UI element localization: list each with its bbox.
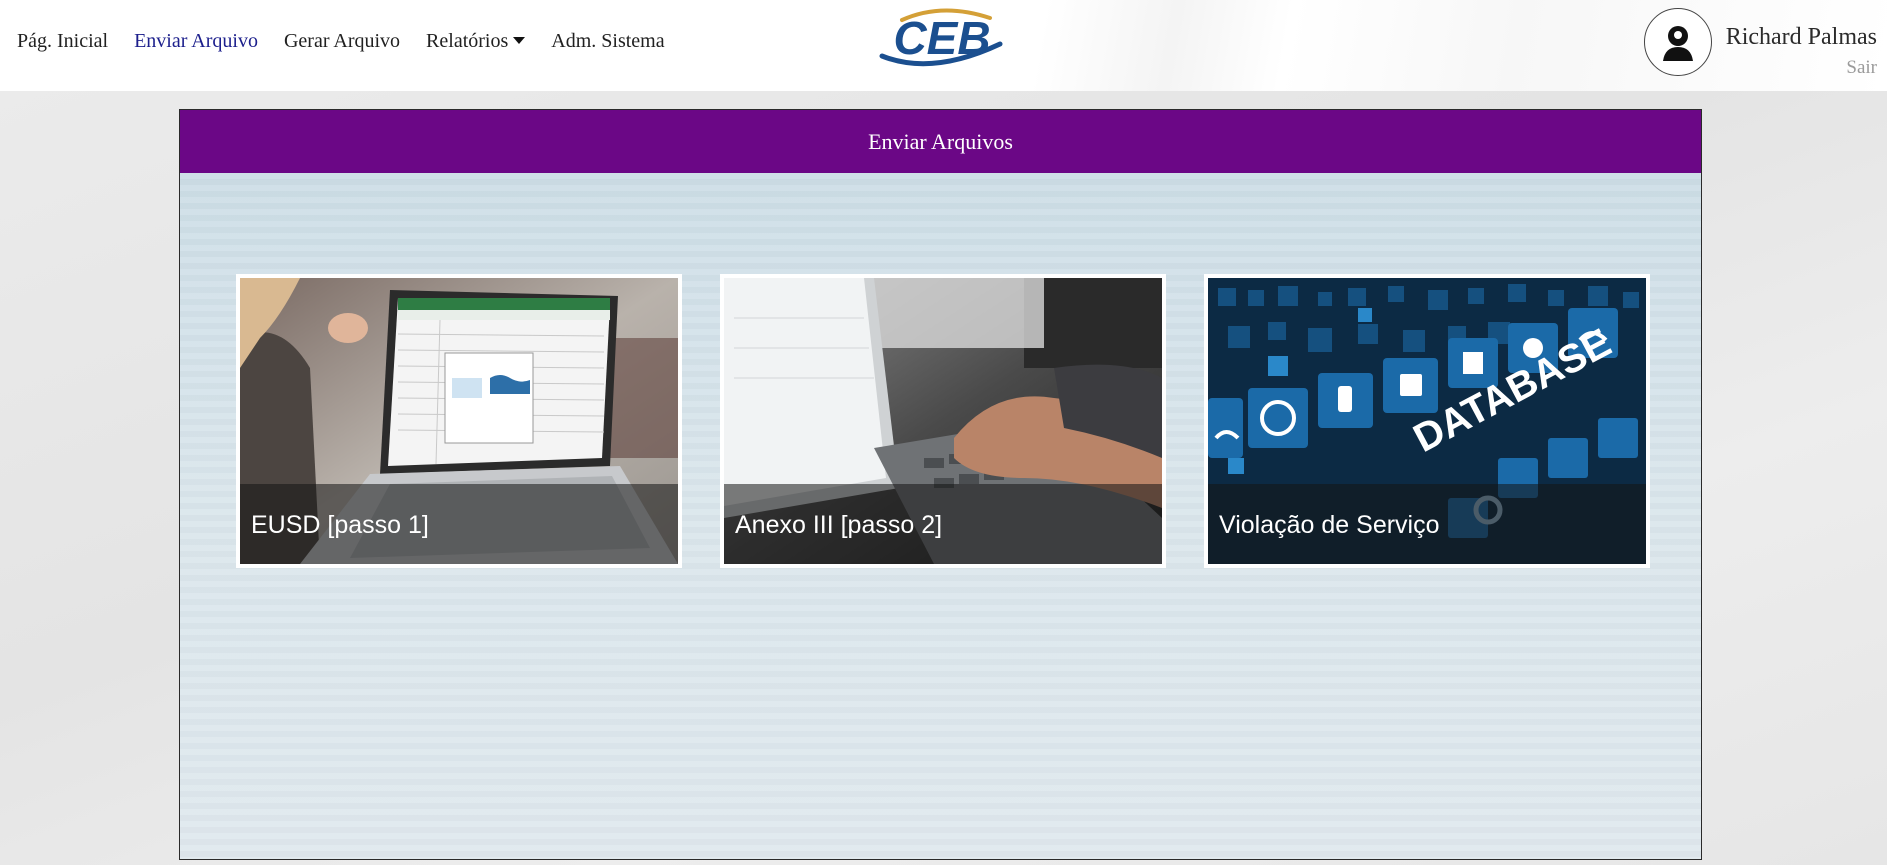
nav-link-reports-label: Relatórios xyxy=(426,30,509,52)
nav-link-system-admin[interactable]: Adm. Sistema xyxy=(551,30,664,53)
nav-link-send-file[interactable]: Enviar Arquivo xyxy=(134,30,258,53)
top-navbar: Pág. Inicial Enviar Arquivo Gerar Arquiv… xyxy=(0,0,1887,91)
user-icon xyxy=(1662,26,1693,61)
main-nav: Pág. Inicial Enviar Arquivo Gerar Arquiv… xyxy=(17,30,691,53)
user-name: Richard Palmas xyxy=(1725,24,1877,50)
nav-link-home[interactable]: Pág. Inicial xyxy=(17,30,108,53)
card-list: EUSD [passo 1] Anexo III [passo 2] DATAB… xyxy=(236,274,1650,568)
card-eusd[interactable]: EUSD [passo 1] xyxy=(236,274,682,568)
ceb-logo[interactable]: CEB xyxy=(872,6,1012,72)
card-violacao-servico-label: Violação de Serviço xyxy=(1208,484,1646,564)
card-anexo-iii[interactable]: Anexo III [passo 2] xyxy=(720,274,1166,568)
user-info: Richard Palmas Sair xyxy=(1726,8,1877,79)
nav-link-reports[interactable]: Relatórios xyxy=(426,30,526,53)
caret-down-icon xyxy=(513,37,526,44)
card-anexo-iii-label: Anexo III [passo 2] xyxy=(724,484,1162,564)
user-area: Richard Palmas Sair xyxy=(1643,8,1877,79)
logo-text: CEB xyxy=(893,12,990,64)
card-eusd-label: EUSD [passo 1] xyxy=(240,484,678,564)
avatar[interactable] xyxy=(1643,8,1712,76)
logout-link[interactable]: Sair xyxy=(1726,57,1877,79)
nav-link-generate-file[interactable]: Gerar Arquivo xyxy=(284,30,400,53)
send-files-panel: Enviar Arquivos EUSD [passo 1] Anexo III… xyxy=(179,109,1702,860)
panel-title: Enviar Arquivos xyxy=(180,110,1701,173)
card-violacao-servico[interactable]: DATABASE Violação de Serviço xyxy=(1204,274,1650,568)
